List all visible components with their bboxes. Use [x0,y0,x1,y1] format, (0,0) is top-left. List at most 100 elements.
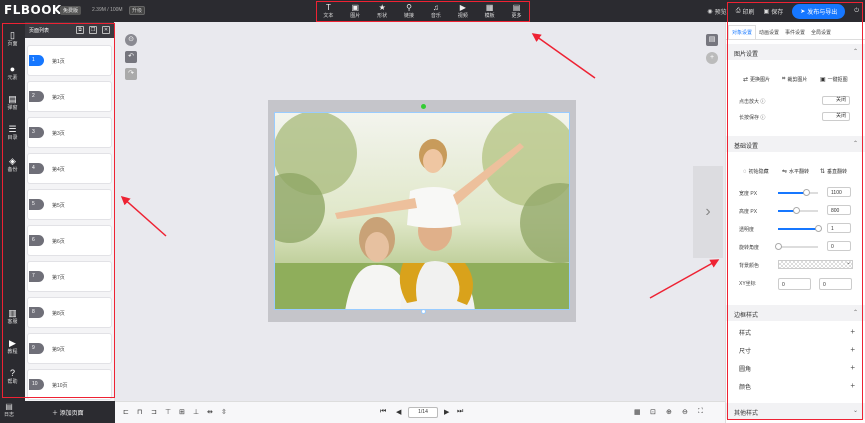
page-thumb[interactable]: 1 第1页 [27,45,112,76]
plus-icon[interactable]: + [850,345,855,354]
height-slider[interactable] [778,207,818,214]
rail-catalog[interactable]: ☰ 目录 [0,124,25,141]
property-tab[interactable]: 对象设置 [728,25,757,39]
replace-image-button[interactable]: ⇄ 更换图片 [743,76,770,83]
zoom-out-icon[interactable]: ⊖ [682,408,688,416]
redo-icon[interactable]: ↷ [125,68,137,80]
preview-button[interactable]: ◉ 预览 [707,7,726,16]
save-button[interactable]: ▣ 保存 [764,7,784,16]
rail-tutorial[interactable]: ▶ 教程 [0,338,25,355]
align-middle-icon[interactable]: ⊞ [179,408,185,416]
layers-icon[interactable]: ▤ [706,34,718,46]
distribute-v-icon[interactable]: ⇳ [221,408,227,416]
tool-link[interactable]: ⚲ 链接 [404,3,414,19]
page-thumb[interactable]: 5 第5页 [27,189,112,220]
canvas-area[interactable]: ⊙ ↶ ↷ ▤ + › [115,22,725,401]
tool-video[interactable]: ▶ 视频 [458,3,468,19]
long-press-toggle[interactable]: 关闭 [822,112,850,121]
tool-image[interactable]: ▣ 图片 [350,3,360,19]
rail-page[interactable]: ▯ 页面 [0,30,25,47]
x-input[interactable]: 0 [778,278,811,290]
plus-icon[interactable]: + [850,363,855,372]
rail-element[interactable]: ● 元素 [0,64,25,81]
rail-popup[interactable]: ▤ 弹窗 [0,94,25,111]
publish-button[interactable]: ➤ 发布与导出 [792,3,846,19]
add-circle-icon[interactable]: + [706,52,718,64]
rail-backup[interactable]: ◈ 备份 [0,156,25,173]
resize-handle-icon[interactable] [421,309,426,314]
duplicate-page-icon[interactable]: ❐ [89,26,97,34]
border-row[interactable]: 样式 + [739,327,855,337]
align-left-icon[interactable]: ⊏ [123,408,129,416]
property-tab[interactable]: 全局设置 [808,26,834,39]
grid-icon[interactable]: ▦ [634,408,641,416]
add-page-button[interactable]: ＋ 添加页面 [52,408,84,417]
page-thumb[interactable]: 2 第2页 [27,81,112,112]
next-page-arrow[interactable]: › [693,166,723,258]
tool-text[interactable]: T 文本 [323,3,333,19]
plus-icon[interactable]: + [850,381,855,390]
flip-vertical-button[interactable]: ⇅ 垂直翻转 [820,168,847,175]
image-settings-header[interactable]: 图片设置 ⌃ [726,44,865,60]
prev-page-icon[interactable]: ◀ [396,408,401,416]
align-center-icon[interactable]: ⊓ [137,408,142,416]
plus-icon[interactable]: + [850,327,855,336]
height-input[interactable]: 800 [827,205,851,215]
align-top-icon[interactable]: ⊤ [165,408,171,416]
page-thumb[interactable]: 9 第9页 [27,333,112,364]
basic-settings-header[interactable]: 基础设置 ⌃ [726,136,865,152]
power-icon[interactable]: ⏻ [854,8,859,15]
upgrade-button[interactable]: 升级 [129,6,146,15]
property-tab[interactable]: 事件设置 [782,26,808,39]
page-thumb[interactable]: 10 第10页 [27,369,112,400]
log-button[interactable]: ▤ 日志 [4,402,14,418]
settings-circle-icon[interactable]: ⊙ [125,34,137,46]
opacity-slider[interactable] [778,225,822,232]
distribute-h-icon[interactable]: ⇹ [207,408,213,416]
width-input[interactable]: 1100 [827,187,851,197]
tool-music[interactable]: ♫ 音乐 [431,3,441,19]
rail-help[interactable]: ? 帮助 [0,368,25,385]
tool-more[interactable]: ▤ 更多 [512,3,522,19]
matting-button[interactable]: ▣ 一键抠图 [820,76,848,83]
y-input[interactable]: 0 [819,278,852,290]
flip-horizontal-button[interactable]: ⇋ 水平翻转 [782,168,809,175]
rail-help-book[interactable]: ▥ 客服 [0,308,25,325]
click-zoom-toggle[interactable]: 关闭 [822,96,850,105]
undo-icon[interactable]: ↶ [125,51,137,63]
fit-screen-icon[interactable]: ⊡ [650,408,656,416]
page-thumb[interactable]: 4 第4页 [27,153,112,184]
initial-hide-button[interactable]: ◌ 初始隐藏 [743,168,769,176]
delete-page-icon[interactable]: ✕ [102,26,110,34]
rotate-handle-icon[interactable] [421,104,426,109]
copy-page-icon[interactable]: ⧉ [76,26,84,34]
align-right-icon[interactable]: ⊐ [151,408,157,416]
rotate-input[interactable]: 0 [827,241,851,251]
other-style-header[interactable]: 其他样式 ⌄ [726,403,865,419]
tool-shape[interactable]: ★ 形状 [377,3,387,19]
first-page-icon[interactable]: ⏮ [380,408,386,416]
next-page-icon[interactable]: ▶ [444,408,449,416]
page-thumb[interactable]: 3 第3页 [27,117,112,148]
border-row[interactable]: 尺寸 + [739,345,855,355]
crop-image-button[interactable]: ⌗ 裁剪图片 [782,76,807,83]
page-thumb[interactable]: 8 第8页 [27,297,112,328]
align-bottom-icon[interactable]: ⊥ [193,408,199,416]
opacity-input[interactable]: 1 [827,223,851,233]
fullscreen-icon[interactable]: ⛶ [698,408,703,416]
chevron-down-icon[interactable]: ⌄ [846,259,851,266]
property-tab[interactable]: 动画设置 [756,26,782,39]
page-thumb[interactable]: 6 第6页 [27,225,112,256]
border-row[interactable]: 颜色 + [739,381,855,391]
last-page-icon[interactable]: ⏭ [457,408,463,416]
page-thumb[interactable]: 7 第7页 [27,261,112,292]
print-button[interactable]: ⎙ 印刷 [736,7,755,16]
border-style-header[interactable]: 边框样式 ⌃ [726,305,865,321]
rotate-slider[interactable] [774,243,818,250]
width-slider[interactable] [778,189,818,196]
zoom-in-icon[interactable]: ⊕ [666,408,672,416]
bg-color-picker[interactable] [778,260,853,269]
border-row[interactable]: 圆角 + [739,363,855,373]
page-number-input[interactable]: 1/14 [408,407,438,418]
tool-template[interactable]: ▦ 模板 [485,3,495,19]
